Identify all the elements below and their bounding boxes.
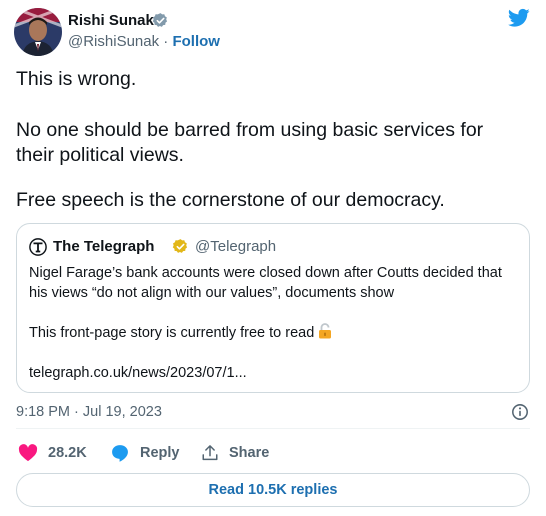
- tweet-text-line-4: Free speech is the cornerstone of our de…: [16, 189, 445, 211]
- reply-bubble-icon: [112, 445, 128, 462]
- like-button[interactable]: 28.2K: [18, 443, 87, 463]
- tweet-card: Rishi Sunak @RishiSunak · Follow This is…: [0, 0, 546, 516]
- twitter-bird-icon[interactable]: [508, 8, 530, 28]
- quoted-text-line-3-row: This front-page story is currently free …: [29, 323, 332, 343]
- telegraph-logo-icon: [29, 238, 47, 256]
- separator-dot: ·: [163, 33, 169, 50]
- quoted-author-handle: @Telegraph: [195, 238, 277, 255]
- quoted-tweet-card[interactable]: The Telegraph @Telegraph Nigel Farage’s …: [16, 223, 530, 393]
- quoted-text-line-3: This front-page story is currently free …: [29, 325, 315, 341]
- like-count: 28.2K: [48, 445, 87, 461]
- share-button[interactable]: Share: [201, 443, 269, 463]
- reply-button[interactable]: Reply: [110, 443, 180, 463]
- author-handle[interactable]: @RishiSunak: [68, 33, 159, 50]
- share-label: Share: [229, 445, 270, 461]
- tweet-timestamp[interactable]: 9:18 PM · Jul 19, 2023: [16, 403, 162, 421]
- avatar[interactable]: [14, 8, 62, 56]
- reply-label: Reply: [140, 445, 180, 461]
- follow-link[interactable]: Follow: [172, 33, 220, 50]
- quoted-link[interactable]: telegraph.co.uk/news/2023/07/1...: [29, 363, 247, 383]
- handle-row: @RishiSunak · Follow: [68, 33, 220, 51]
- gold-verified-badge-icon: [172, 239, 188, 253]
- verified-badge-icon: [152, 13, 168, 27]
- unlocked-padlock-icon: [319, 323, 332, 339]
- info-icon[interactable]: [511, 403, 529, 421]
- share-icon: [202, 445, 218, 461]
- quoted-author-name: The Telegraph: [53, 238, 155, 255]
- tweet-text-line-2: No one should be barred from using basic…: [16, 119, 484, 141]
- tweet-text-line-1: This is wrong.: [16, 68, 137, 90]
- tweet-text-line-3: their political views.: [16, 144, 184, 166]
- divider: [16, 428, 530, 429]
- read-replies-button[interactable]: Read 10.5K replies: [16, 473, 530, 507]
- quoted-text-line-2: his views “do not align with our values”…: [29, 285, 395, 301]
- quoted-text-line-1: Nigel Farage’s bank accounts were closed…: [29, 265, 502, 281]
- heart-icon: [18, 444, 38, 462]
- author-name[interactable]: Rishi Sunak: [68, 12, 154, 30]
